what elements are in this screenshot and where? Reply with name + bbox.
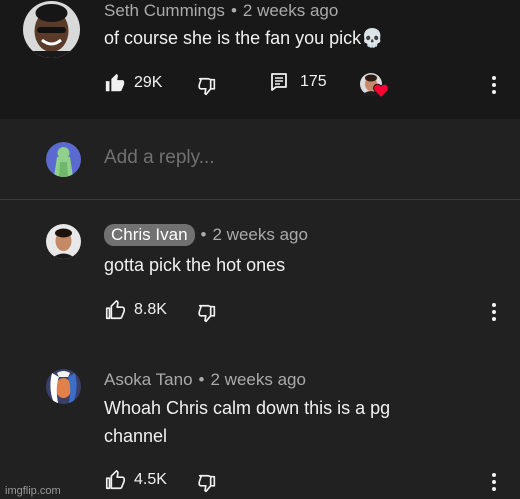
skull-emoji: 💀 xyxy=(361,28,384,48)
more-vert-dot xyxy=(492,480,496,484)
avatar-seth-cummings[interactable] xyxy=(23,1,80,58)
reply-more-button[interactable] xyxy=(491,303,497,323)
reply-timestamp[interactable]: 2 weeks ago xyxy=(212,225,307,244)
reply-meta: Chris Ivan • 2 weeks ago xyxy=(104,224,308,246)
more-vert-dot xyxy=(492,90,496,94)
creator-heart-badge xyxy=(359,72,389,102)
thumbs-up-filled-icon xyxy=(104,72,126,94)
reply-text-line: channel xyxy=(104,426,168,446)
add-reply-input[interactable]: Add a reply... xyxy=(104,147,215,169)
more-vert-icon xyxy=(492,303,496,307)
dislike-button[interactable] xyxy=(196,76,218,98)
thumbs-up-icon xyxy=(104,469,126,491)
comment-more-button[interactable] xyxy=(491,76,497,96)
replies-button[interactable]: 175 xyxy=(270,72,327,92)
reply-meta: Asoka Tano • 2 weeks ago xyxy=(104,370,306,390)
more-vert-dot xyxy=(492,487,496,491)
avatar-chris-ivan[interactable] xyxy=(46,224,81,259)
creator-name-chip[interactable]: Chris Ivan xyxy=(104,224,195,246)
meta-separator: • xyxy=(200,225,207,244)
like-count: 8.8K xyxy=(134,301,167,318)
creator-heart-icon xyxy=(373,83,389,103)
dislike-button[interactable] xyxy=(196,473,218,495)
top-comment: Seth Cummings • 2 weeks ago of course she … xyxy=(0,0,520,119)
meta-separator: • xyxy=(198,370,205,389)
comment-text: of course she is the fan you pick💀 xyxy=(104,24,384,52)
reply-comment: Asoka Tano • 2 weeks ago Whoah Chris calm … xyxy=(0,344,520,499)
more-vert-dot xyxy=(492,317,496,321)
reply-text: gotta pick the hot ones xyxy=(104,255,286,275)
watermark: imgflip.com xyxy=(5,485,61,497)
like-button[interactable]: 8.8K xyxy=(104,299,167,321)
comment-thread: Seth Cummings • 2 weeks ago of course she … xyxy=(0,0,520,499)
thumbs-up-icon xyxy=(104,299,126,321)
comment-timestamp[interactable]: 2 weeks ago xyxy=(243,1,338,20)
avatar-asoka-tano[interactable] xyxy=(46,369,81,404)
current-user-avatar xyxy=(46,142,81,177)
reply-author[interactable]: Asoka Tano xyxy=(104,370,193,389)
thumbs-down-icon xyxy=(196,303,218,325)
comment-icon xyxy=(270,72,288,92)
reply-timestamp[interactable]: 2 weeks ago xyxy=(210,370,305,389)
like-button[interactable]: 4.5K xyxy=(104,469,167,491)
meta-separator: • xyxy=(230,1,237,20)
comment-meta: Seth Cummings • 2 weeks ago xyxy=(104,1,338,21)
like-count: 4.5K xyxy=(134,471,167,488)
more-vert-dot xyxy=(492,310,496,314)
more-vert-dot xyxy=(492,83,496,87)
more-vert-icon xyxy=(492,76,496,80)
reply-more-button[interactable] xyxy=(491,473,497,493)
add-reply-row: Add a reply... xyxy=(0,119,520,200)
more-vert-icon xyxy=(492,473,496,477)
thumbs-down-icon xyxy=(196,473,218,495)
thumbs-down-icon xyxy=(196,76,218,98)
like-count: 29K xyxy=(134,74,163,91)
like-button[interactable]: 29K xyxy=(104,72,162,94)
dislike-button[interactable] xyxy=(196,303,218,325)
reply-count: 175 xyxy=(300,73,327,90)
comment-author[interactable]: Seth Cummings xyxy=(104,1,225,20)
comment-text-content: of course she is the fan you pick xyxy=(104,28,362,48)
reply-text-line: Whoah Chris calm down this is a pg xyxy=(104,398,391,418)
reply-comment: Chris Ivan • 2 weeks ago gotta pick the ho… xyxy=(0,200,520,340)
reply-text: Whoah Chris calm down this is a pg chann… xyxy=(104,394,390,450)
